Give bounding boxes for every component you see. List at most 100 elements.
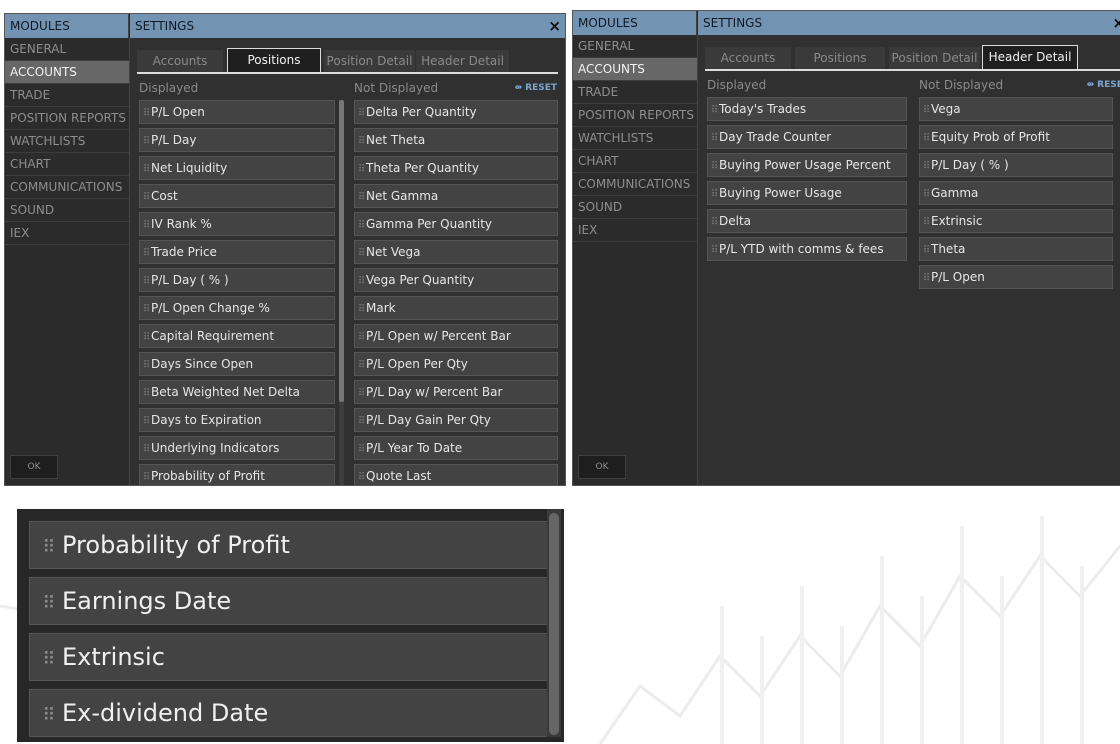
- drag-handle-icon[interactable]: ⠿: [356, 131, 366, 151]
- drag-handle-icon[interactable]: ⠿: [141, 159, 151, 179]
- list-item[interactable]: ⠿ Extrinsic: [919, 209, 1113, 233]
- drag-handle-icon[interactable]: ⠿: [356, 411, 366, 431]
- drag-handle-icon[interactable]: ⠿: [356, 467, 366, 485]
- drag-handle-icon[interactable]: ⠿: [141, 467, 151, 485]
- drag-handle-icon[interactable]: ⠿: [921, 268, 931, 288]
- list-item[interactable]: ⠿ P/L Open Per Qty: [354, 352, 558, 376]
- drag-handle-icon[interactable]: ⠿: [709, 212, 719, 232]
- list-item[interactable]: ⠿ Mark: [354, 296, 558, 320]
- drag-handle-icon[interactable]: ⠿: [141, 243, 151, 263]
- drag-handle-icon[interactable]: ⠿: [921, 212, 931, 232]
- list-item[interactable]: ⠿ Vega: [919, 97, 1113, 121]
- module-item-sound[interactable]: SOUND: [573, 196, 697, 219]
- module-item-sound[interactable]: SOUND: [5, 199, 129, 222]
- module-item-watchlists[interactable]: WATCHLISTS: [573, 127, 697, 150]
- list-item[interactable]: ⠿ Probability of Profit: [139, 464, 335, 485]
- drag-handle-icon[interactable]: ⠿: [141, 271, 151, 291]
- list-item[interactable]: ⠿ Today's Trades: [707, 97, 907, 121]
- module-item-position-reports[interactable]: POSITION REPORTS: [573, 104, 697, 127]
- module-item-trade[interactable]: TRADE: [573, 81, 697, 104]
- module-item-position-reports[interactable]: POSITION REPORTS: [5, 107, 129, 130]
- drag-handle-icon[interactable]: ⠿: [141, 327, 151, 347]
- list-item[interactable]: ⠿ P/L YTD with comms & fees: [707, 237, 907, 261]
- tab-position-detail[interactable]: Position Detail: [889, 47, 980, 69]
- list-item[interactable]: ⠿ Theta Per Quantity: [354, 156, 558, 180]
- list-item[interactable]: ⠿ Underlying Indicators: [139, 436, 335, 460]
- drag-handle-icon[interactable]: ⠿: [356, 187, 366, 207]
- tab-position-detail[interactable]: Position Detail: [324, 50, 415, 72]
- list-item[interactable]: ⠿ Days Since Open: [139, 352, 335, 376]
- list-item[interactable]: ⠿ Net Liquidity: [139, 156, 335, 180]
- list-item[interactable]: ⠿ Net Gamma: [354, 184, 558, 208]
- list-item[interactable]: ⠿ P/L Day: [139, 128, 335, 152]
- list-item[interactable]: ⠿ P/L Day ( % ): [919, 153, 1113, 177]
- list-item[interactable]: ⠿ Net Vega: [354, 240, 558, 264]
- drag-handle-icon[interactable]: ⠿: [356, 271, 366, 291]
- drag-handle-icon[interactable]: ⠿: [356, 383, 366, 403]
- drag-handle-icon[interactable]: ⠿: [141, 299, 151, 319]
- module-item-general[interactable]: GENERAL: [5, 38, 129, 61]
- ok-button[interactable]: OK: [10, 455, 58, 479]
- list-item[interactable]: ⠿ IV Rank %: [139, 212, 335, 236]
- list-item[interactable]: ⠿ P/L Open Change %: [139, 296, 335, 320]
- list-item[interactable]: ⠿ Beta Weighted Net Delta: [139, 380, 335, 404]
- drag-handle-icon[interactable]: ⠿: [36, 693, 62, 739]
- reset-link[interactable]: ⇴ RESET: [1086, 80, 1120, 90]
- list-item[interactable]: ⠿ Days to Expiration: [139, 408, 335, 432]
- drag-handle-icon[interactable]: ⠿: [921, 100, 931, 120]
- list-item[interactable]: ⠿ P/L Open: [919, 265, 1113, 289]
- close-icon[interactable]: ×: [548, 14, 561, 38]
- tab-positions[interactable]: Positions: [795, 47, 885, 69]
- list-item[interactable]: ⠿ Vega Per Quantity: [354, 268, 558, 292]
- zoomed-scroll-thumb[interactable]: [549, 513, 559, 735]
- drag-handle-icon[interactable]: ⠿: [141, 187, 151, 207]
- list-item[interactable]: ⠿ Quote Last: [354, 464, 558, 485]
- list-item[interactable]: ⠿ Gamma Per Quantity: [354, 212, 558, 236]
- drag-handle-icon[interactable]: ⠿: [356, 299, 366, 319]
- drag-handle-icon[interactable]: ⠿: [921, 128, 931, 148]
- zoomed-row[interactable]: ⠿ Earnings Date: [29, 577, 549, 625]
- drag-handle-icon[interactable]: ⠿: [709, 128, 719, 148]
- drag-handle-icon[interactable]: ⠿: [356, 103, 366, 123]
- module-item-communications[interactable]: COMMUNICATIONS: [573, 173, 697, 196]
- list-item[interactable]: ⠿ Gamma: [919, 181, 1113, 205]
- list-item[interactable]: ⠿ P/L Day w/ Percent Bar: [354, 380, 558, 404]
- list-item[interactable]: ⠿ P/L Day Gain Per Qty: [354, 408, 558, 432]
- drag-handle-icon[interactable]: ⠿: [921, 240, 931, 260]
- drag-handle-icon[interactable]: ⠿: [709, 240, 719, 260]
- list-item[interactable]: ⠿ Buying Power Usage: [707, 181, 907, 205]
- zoomed-row[interactable]: ⠿ Probability of Profit: [29, 521, 549, 569]
- module-item-communications[interactable]: COMMUNICATIONS: [5, 176, 129, 199]
- list-item[interactable]: ⠿ Delta Per Quantity: [354, 100, 558, 124]
- module-item-general[interactable]: GENERAL: [573, 35, 697, 58]
- list-item[interactable]: ⠿ P/L Day ( % ): [139, 268, 335, 292]
- list-item[interactable]: ⠿ Trade Price: [139, 240, 335, 264]
- zoomed-row[interactable]: ⠿ Ex-dividend Date: [29, 689, 549, 737]
- drag-handle-icon[interactable]: ⠿: [709, 156, 719, 176]
- drag-handle-icon[interactable]: ⠿: [141, 355, 151, 375]
- tab-header-detail[interactable]: Header Detail: [982, 45, 1078, 69]
- displayed-scrollbar[interactable]: [339, 100, 344, 485]
- module-item-chart[interactable]: CHART: [573, 150, 697, 173]
- drag-handle-icon[interactable]: ⠿: [356, 355, 366, 375]
- list-item[interactable]: ⠿ P/L Open w/ Percent Bar: [354, 324, 558, 348]
- drag-handle-icon[interactable]: ⠿: [356, 327, 366, 347]
- drag-handle-icon[interactable]: ⠿: [141, 215, 151, 235]
- module-item-accounts[interactable]: ACCOUNTS: [573, 58, 697, 81]
- module-item-trade[interactable]: TRADE: [5, 84, 129, 107]
- tab-accounts[interactable]: Accounts: [705, 47, 791, 69]
- module-item-accounts[interactable]: ACCOUNTS: [5, 61, 129, 84]
- module-item-iex[interactable]: IEX: [573, 219, 697, 242]
- module-item-chart[interactable]: CHART: [5, 153, 129, 176]
- drag-handle-icon[interactable]: ⠿: [141, 411, 151, 431]
- zoomed-scrollbar[interactable]: [547, 509, 561, 737]
- list-item[interactable]: ⠿ Delta: [707, 209, 907, 233]
- list-item[interactable]: ⠿ Capital Requirement: [139, 324, 335, 348]
- list-item[interactable]: ⠿ Buying Power Usage Percent: [707, 153, 907, 177]
- drag-handle-icon[interactable]: ⠿: [356, 215, 366, 235]
- list-item[interactable]: ⠿ Cost: [139, 184, 335, 208]
- reset-link[interactable]: ⇴ RESET: [514, 83, 557, 93]
- list-item[interactable]: ⠿ P/L Year To Date: [354, 436, 558, 460]
- drag-handle-icon[interactable]: ⠿: [141, 383, 151, 403]
- drag-handle-icon[interactable]: ⠿: [356, 439, 366, 459]
